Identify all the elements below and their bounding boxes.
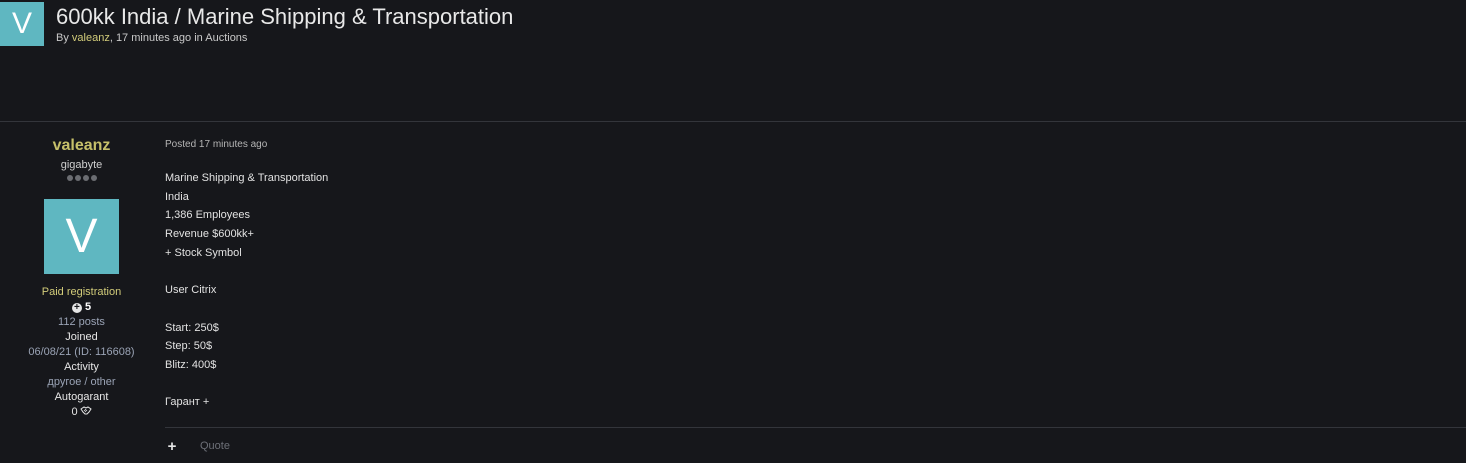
- post-line: Marine Shipping & Transportation: [165, 172, 329, 184]
- activity-label: Activity: [64, 361, 99, 373]
- topic-meta: By valeanz, 17 minutes ago in Auctions: [56, 32, 247, 44]
- forum-link[interactable]: Auctions: [205, 32, 247, 44]
- rank-dot: [82, 175, 89, 181]
- post-body: Posted 17 minutes ago Marine Shipping & …: [165, 122, 1466, 463]
- post-line: India: [165, 190, 189, 203]
- topic-header: V 600kk India / Marine Shipping & Transp…: [0, 0, 1466, 121]
- rank-dot: [74, 175, 81, 181]
- post-line: Blitz: 400$: [165, 358, 217, 371]
- post-line: User Citrix: [165, 284, 217, 297]
- autogarant-label: Autogarant: [54, 391, 109, 403]
- topic-meta-by: By: [56, 32, 72, 44]
- author-panel: valeanz gigabyte V Paid registration + 5…: [0, 122, 163, 463]
- quote-button[interactable]: Quote: [200, 440, 230, 452]
- activity-value: другое / other: [47, 376, 116, 388]
- post-line: Step: 50$: [165, 340, 213, 353]
- author-name-link[interactable]: valeanz: [0, 137, 163, 155]
- post-line: Start: 250$: [165, 321, 219, 334]
- post-line: [165, 375, 328, 394]
- topic-title: 600kk India / Marine Shipping & Transpor…: [56, 4, 514, 29]
- post-count-link[interactable]: 112 posts: [0, 315, 163, 330]
- post-date[interactable]: Posted 17 minutes ago: [165, 139, 267, 150]
- post-line: Гарант +: [165, 396, 210, 409]
- rank-dot: [66, 175, 73, 181]
- author-avatar[interactable]: V: [44, 199, 119, 274]
- handshake-icon: [79, 405, 92, 420]
- topic-author-avatar[interactable]: V: [0, 2, 44, 46]
- rank-dot: [90, 175, 97, 181]
- post-line: Revenue $600kk+: [165, 228, 254, 241]
- joined-label: Joined: [65, 331, 98, 343]
- topic-author-link[interactable]: valeanz: [72, 32, 110, 44]
- topic-meta-time: , 17 minutes ago in: [109, 32, 206, 44]
- rank-dots: [0, 175, 163, 181]
- autogarant: 0: [0, 405, 163, 420]
- post-divider: [165, 427, 1466, 428]
- paid-registration-badge: Paid registration: [41, 286, 122, 298]
- post-controls: + Quote: [165, 436, 230, 456]
- post-line: + Stock Symbol: [165, 246, 242, 259]
- post-content: Marine Shipping & Transportation India 1…: [165, 169, 328, 412]
- post-line: 1,386 Employees: [165, 209, 250, 222]
- reputation[interactable]: + 5: [0, 300, 163, 315]
- plus-circle-icon: +: [71, 302, 82, 313]
- multiquote-plus-button[interactable]: +: [165, 436, 179, 456]
- post-line: [165, 262, 328, 281]
- author-group: gigabyte: [60, 159, 103, 171]
- autogarant-value: 0: [71, 406, 78, 418]
- reputation-value: 5: [84, 301, 92, 313]
- handshake-icon-svg: [79, 406, 92, 415]
- joined-value: 06/08/21 (ID: 116608): [28, 346, 135, 358]
- post-line: [165, 300, 328, 319]
